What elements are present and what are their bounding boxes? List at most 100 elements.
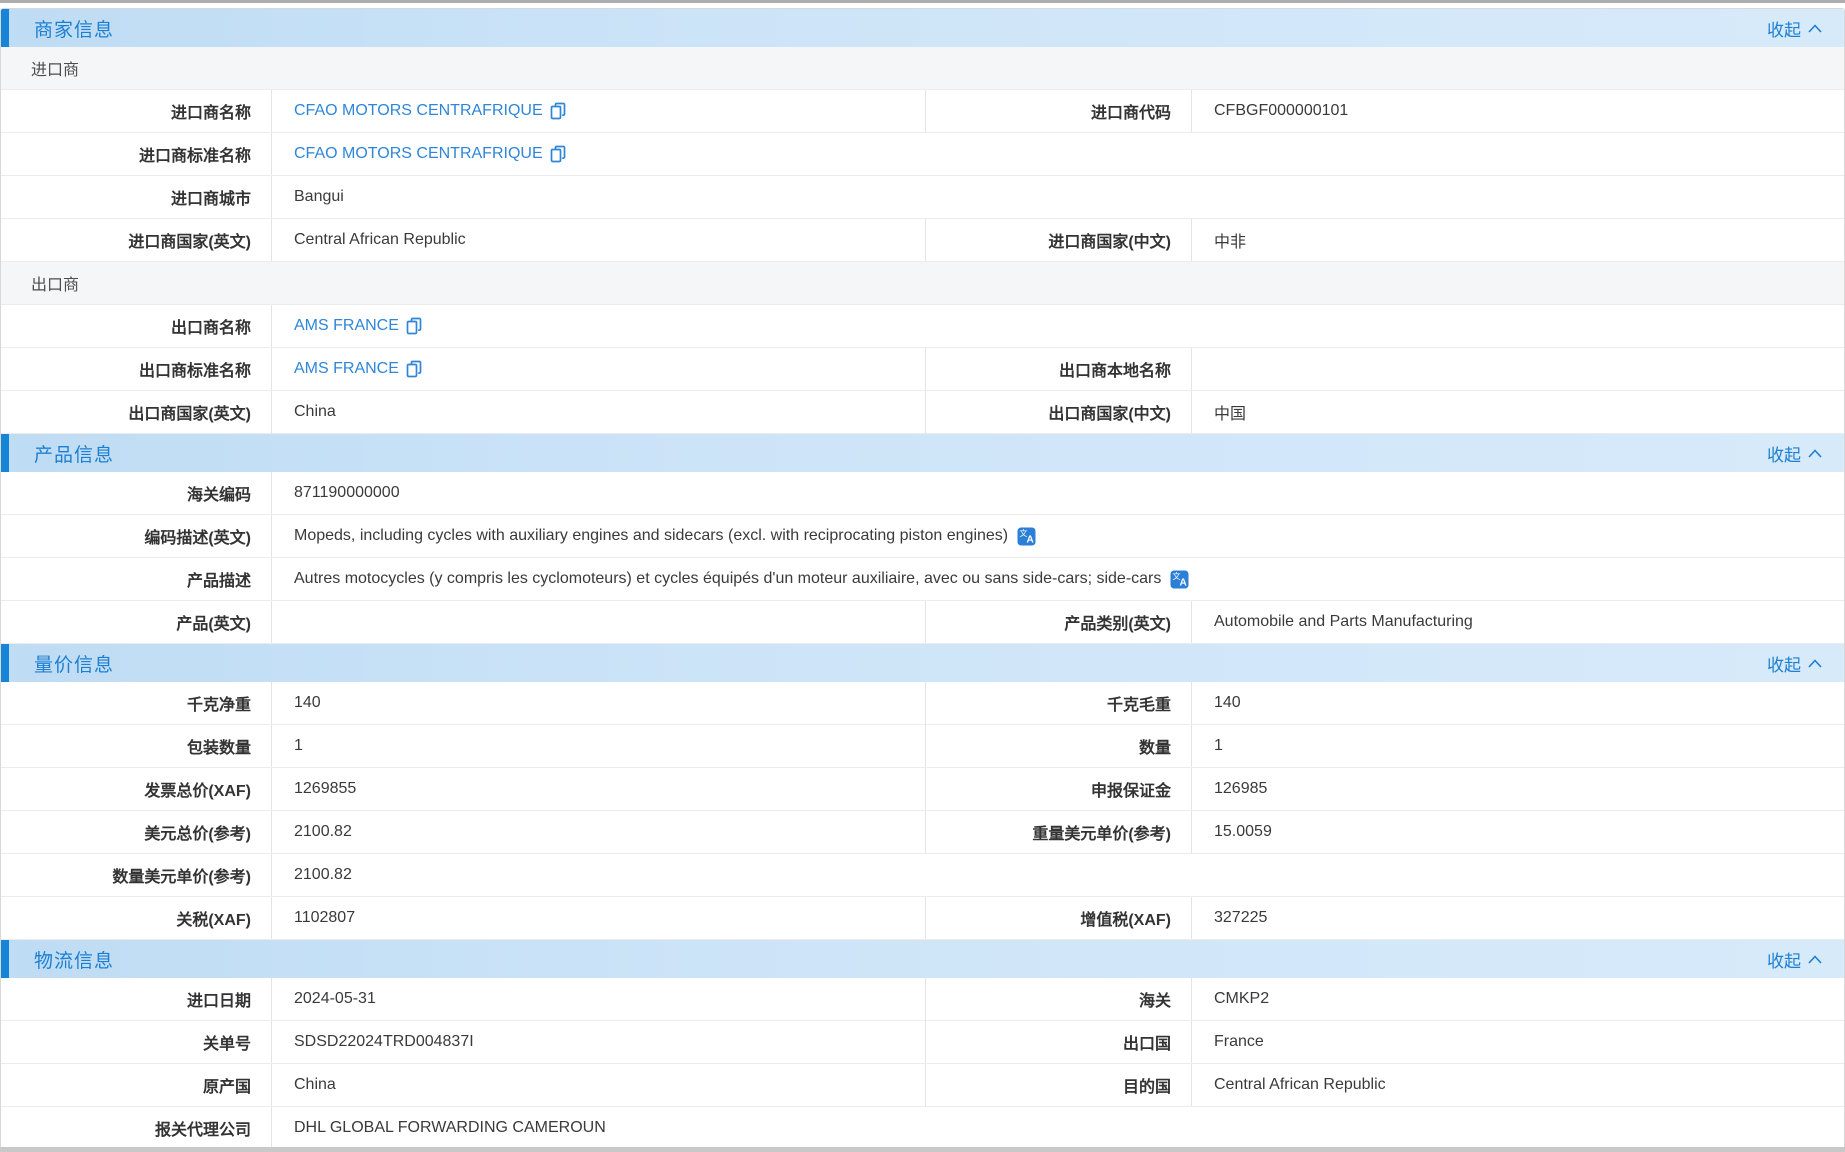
field-value: Automobile and Parts Manufacturing <box>1191 601 1844 643</box>
field-value: 871190000000 <box>271 472 1844 514</box>
copy-icon[interactable] <box>550 102 566 120</box>
field-label: 关税(XAF) <box>1 897 271 939</box>
chevron-up-icon <box>1808 449 1822 458</box>
field-label: 出口商本地名称 <box>925 348 1191 390</box>
field-value: 1269855 <box>271 768 925 810</box>
field-label: 进口商代码 <box>925 90 1191 132</box>
chevron-up-icon <box>1808 24 1822 33</box>
field-value: 2100.82 <box>271 811 925 853</box>
subheader-exporter: 出口商 <box>1 262 1844 305</box>
collapse-toggle-merchant[interactable]: 收起 <box>1767 16 1822 41</box>
field-label: 产品描述 <box>1 558 271 600</box>
field-value: Central African Republic <box>1191 1064 1844 1106</box>
field-value: Bangui <box>271 176 1844 218</box>
section-header-quantity-price: 量价信息 收起 <box>1 644 1844 682</box>
svg-text:A: A <box>1027 534 1034 545</box>
copy-icon[interactable] <box>406 360 422 378</box>
field-label: 申报保证金 <box>925 768 1191 810</box>
field-label: 美元总价(参考) <box>1 811 271 853</box>
field-label: 出口商国家(中文) <box>925 391 1191 433</box>
field-value: China <box>271 1064 925 1106</box>
field-label: 包装数量 <box>1 725 271 767</box>
field-value: CMKP2 <box>1191 978 1844 1020</box>
field-value: 140 <box>271 682 925 724</box>
field-label: 关单号 <box>1 1021 271 1063</box>
table-row-customs-agent: 报关代理公司 DHL GLOBAL FORWARDING CAMEROUN <box>1 1107 1844 1150</box>
translate-icon[interactable]: 文A <box>1170 570 1189 589</box>
exporter-name-link[interactable]: AMS FRANCE <box>294 317 422 335</box>
field-value: Autres motocycles (y compris les cyclomo… <box>271 558 1844 600</box>
field-value: 中国 <box>1191 391 1844 433</box>
section-accent-bar <box>1 644 9 682</box>
section-accent-bar <box>1 9 9 47</box>
table-row-weight: 千克净重 140 千克毛重 140 <box>1 682 1844 725</box>
table-row-product-desc: 产品描述 Autres motocycles (y compris les cy… <box>1 558 1844 601</box>
section-title: 量价信息 <box>34 650 114 677</box>
collapse-label: 收起 <box>1767 651 1801 676</box>
field-label: 进口商国家(中文) <box>925 219 1191 261</box>
field-label: 海关 <box>925 978 1191 1020</box>
field-label: 出口商标准名称 <box>1 348 271 390</box>
table-row-product-en: 产品(英文) 产品类别(英文) Automobile and Parts Man… <box>1 601 1844 644</box>
field-label: 出口商国家(英文) <box>1 391 271 433</box>
field-value <box>1191 348 1844 390</box>
field-label: 进口日期 <box>1 978 271 1020</box>
subheader-importer: 进口商 <box>1 47 1844 90</box>
field-value: AMS FRANCE <box>271 305 1844 347</box>
field-label: 进口商国家(英文) <box>1 219 271 261</box>
field-value <box>271 601 925 643</box>
section-title: 产品信息 <box>34 440 114 467</box>
table-row-package-qty: 包装数量 1 数量 1 <box>1 725 1844 768</box>
field-label: 原产国 <box>1 1064 271 1106</box>
table-row-tariff: 关税(XAF) 1102807 增值税(XAF) 327225 <box>1 897 1844 940</box>
field-value: CFBGF000000101 <box>1191 90 1844 132</box>
field-value: France <box>1191 1021 1844 1063</box>
field-label: 产品(英文) <box>1 601 271 643</box>
field-value: 327225 <box>1191 897 1844 939</box>
translate-icon[interactable]: 文A <box>1017 527 1036 546</box>
field-label: 出口商名称 <box>1 305 271 347</box>
section-title: 物流信息 <box>34 946 114 973</box>
table-row-exporter-std-name: 出口商标准名称 AMS FRANCE 出口商本地名称 <box>1 348 1844 391</box>
field-value: 2100.82 <box>271 854 1844 896</box>
collapse-toggle-product[interactable]: 收起 <box>1767 441 1822 466</box>
field-label: 千克毛重 <box>925 682 1191 724</box>
table-row-qty-usd-unit: 数量美元单价(参考) 2100.82 <box>1 854 1844 897</box>
field-value: Central African Republic <box>271 219 925 261</box>
field-value: China <box>271 391 925 433</box>
field-value: CFAO MOTORS CENTRAFRIQUE <box>271 133 1844 175</box>
table-row-exporter-name: 出口商名称 AMS FRANCE <box>1 305 1844 348</box>
field-label: 重量美元单价(参考) <box>925 811 1191 853</box>
collapse-label: 收起 <box>1767 441 1801 466</box>
field-value: DHL GLOBAL FORWARDING CAMEROUN <box>271 1107 1844 1149</box>
field-value: 15.0059 <box>1191 811 1844 853</box>
section-title: 商家信息 <box>34 15 114 42</box>
chevron-up-icon <box>1808 955 1822 964</box>
copy-icon[interactable] <box>406 317 422 335</box>
field-value: 140 <box>1191 682 1844 724</box>
table-row-invoice-total: 发票总价(XAF) 1269855 申报保证金 126985 <box>1 768 1844 811</box>
field-label: 海关编码 <box>1 472 271 514</box>
field-label: 数量 <box>925 725 1191 767</box>
chevron-up-icon <box>1808 659 1822 668</box>
exporter-std-name-link[interactable]: AMS FRANCE <box>294 360 422 378</box>
importer-std-name-link[interactable]: CFAO MOTORS CENTRAFRIQUE <box>294 145 566 163</box>
field-label: 目的国 <box>925 1064 1191 1106</box>
collapse-toggle-quantity-price[interactable]: 收起 <box>1767 651 1822 676</box>
field-label: 进口商标准名称 <box>1 133 271 175</box>
table-row-importer-std-name: 进口商标准名称 CFAO MOTORS CENTRAFRIQUE <box>1 133 1844 176</box>
section-header-merchant: 商家信息 收起 <box>1 9 1844 47</box>
svg-text:A: A <box>1180 577 1187 588</box>
field-label: 进口商城市 <box>1 176 271 218</box>
field-value: 中非 <box>1191 219 1844 261</box>
table-row-importer-name: 进口商名称 CFAO MOTORS CENTRAFRIQUE 进口商代码 CFB… <box>1 90 1844 133</box>
table-row-importer-city: 进口商城市 Bangui <box>1 176 1844 219</box>
field-value: 1 <box>1191 725 1844 767</box>
collapse-toggle-logistics[interactable]: 收起 <box>1767 947 1822 972</box>
field-label: 千克净重 <box>1 682 271 724</box>
importer-name-link[interactable]: CFAO MOTORS CENTRAFRIQUE <box>294 102 566 120</box>
copy-icon[interactable] <box>550 145 566 163</box>
field-label: 进口商名称 <box>1 90 271 132</box>
table-row-hs-code: 海关编码 871190000000 <box>1 472 1844 515</box>
collapse-label: 收起 <box>1767 947 1801 972</box>
